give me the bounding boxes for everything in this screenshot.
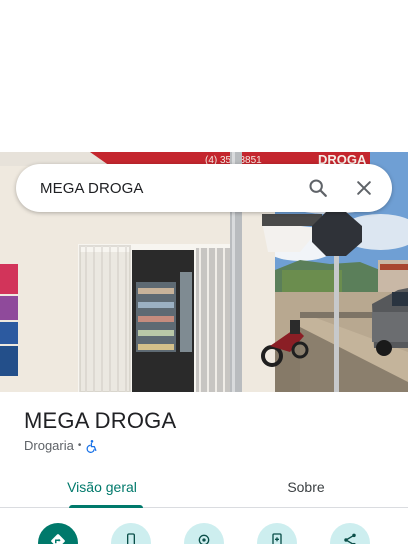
call-button[interactable] [111, 523, 151, 544]
save-button[interactable] [257, 523, 297, 544]
search-icon[interactable] [298, 168, 338, 208]
action-row [0, 520, 408, 544]
phone-icon [123, 532, 139, 544]
close-icon[interactable] [344, 168, 384, 208]
directions-icon [49, 532, 67, 544]
search-bar[interactable]: MEGA DROGA [16, 164, 392, 212]
location-icon [196, 532, 212, 544]
save-icon [269, 532, 285, 544]
separator: • [77, 440, 82, 451]
place-subtitle: Drogaria • [24, 438, 99, 453]
share-button[interactable] [330, 523, 370, 544]
nearby-button[interactable] [184, 523, 224, 544]
share-icon [342, 532, 358, 544]
place-name: MEGA DROGA [24, 408, 177, 433]
tab-about[interactable]: Sobre [204, 466, 408, 507]
wheelchair-icon [85, 439, 99, 453]
tab-bar: Visão geral Sobre [0, 466, 408, 508]
tab-overview[interactable]: Visão geral [0, 466, 204, 508]
search-input[interactable]: MEGA DROGA [40, 180, 298, 197]
directions-button[interactable] [38, 523, 78, 544]
place-category: Drogaria [24, 438, 74, 453]
blank-area [0, 0, 408, 152]
